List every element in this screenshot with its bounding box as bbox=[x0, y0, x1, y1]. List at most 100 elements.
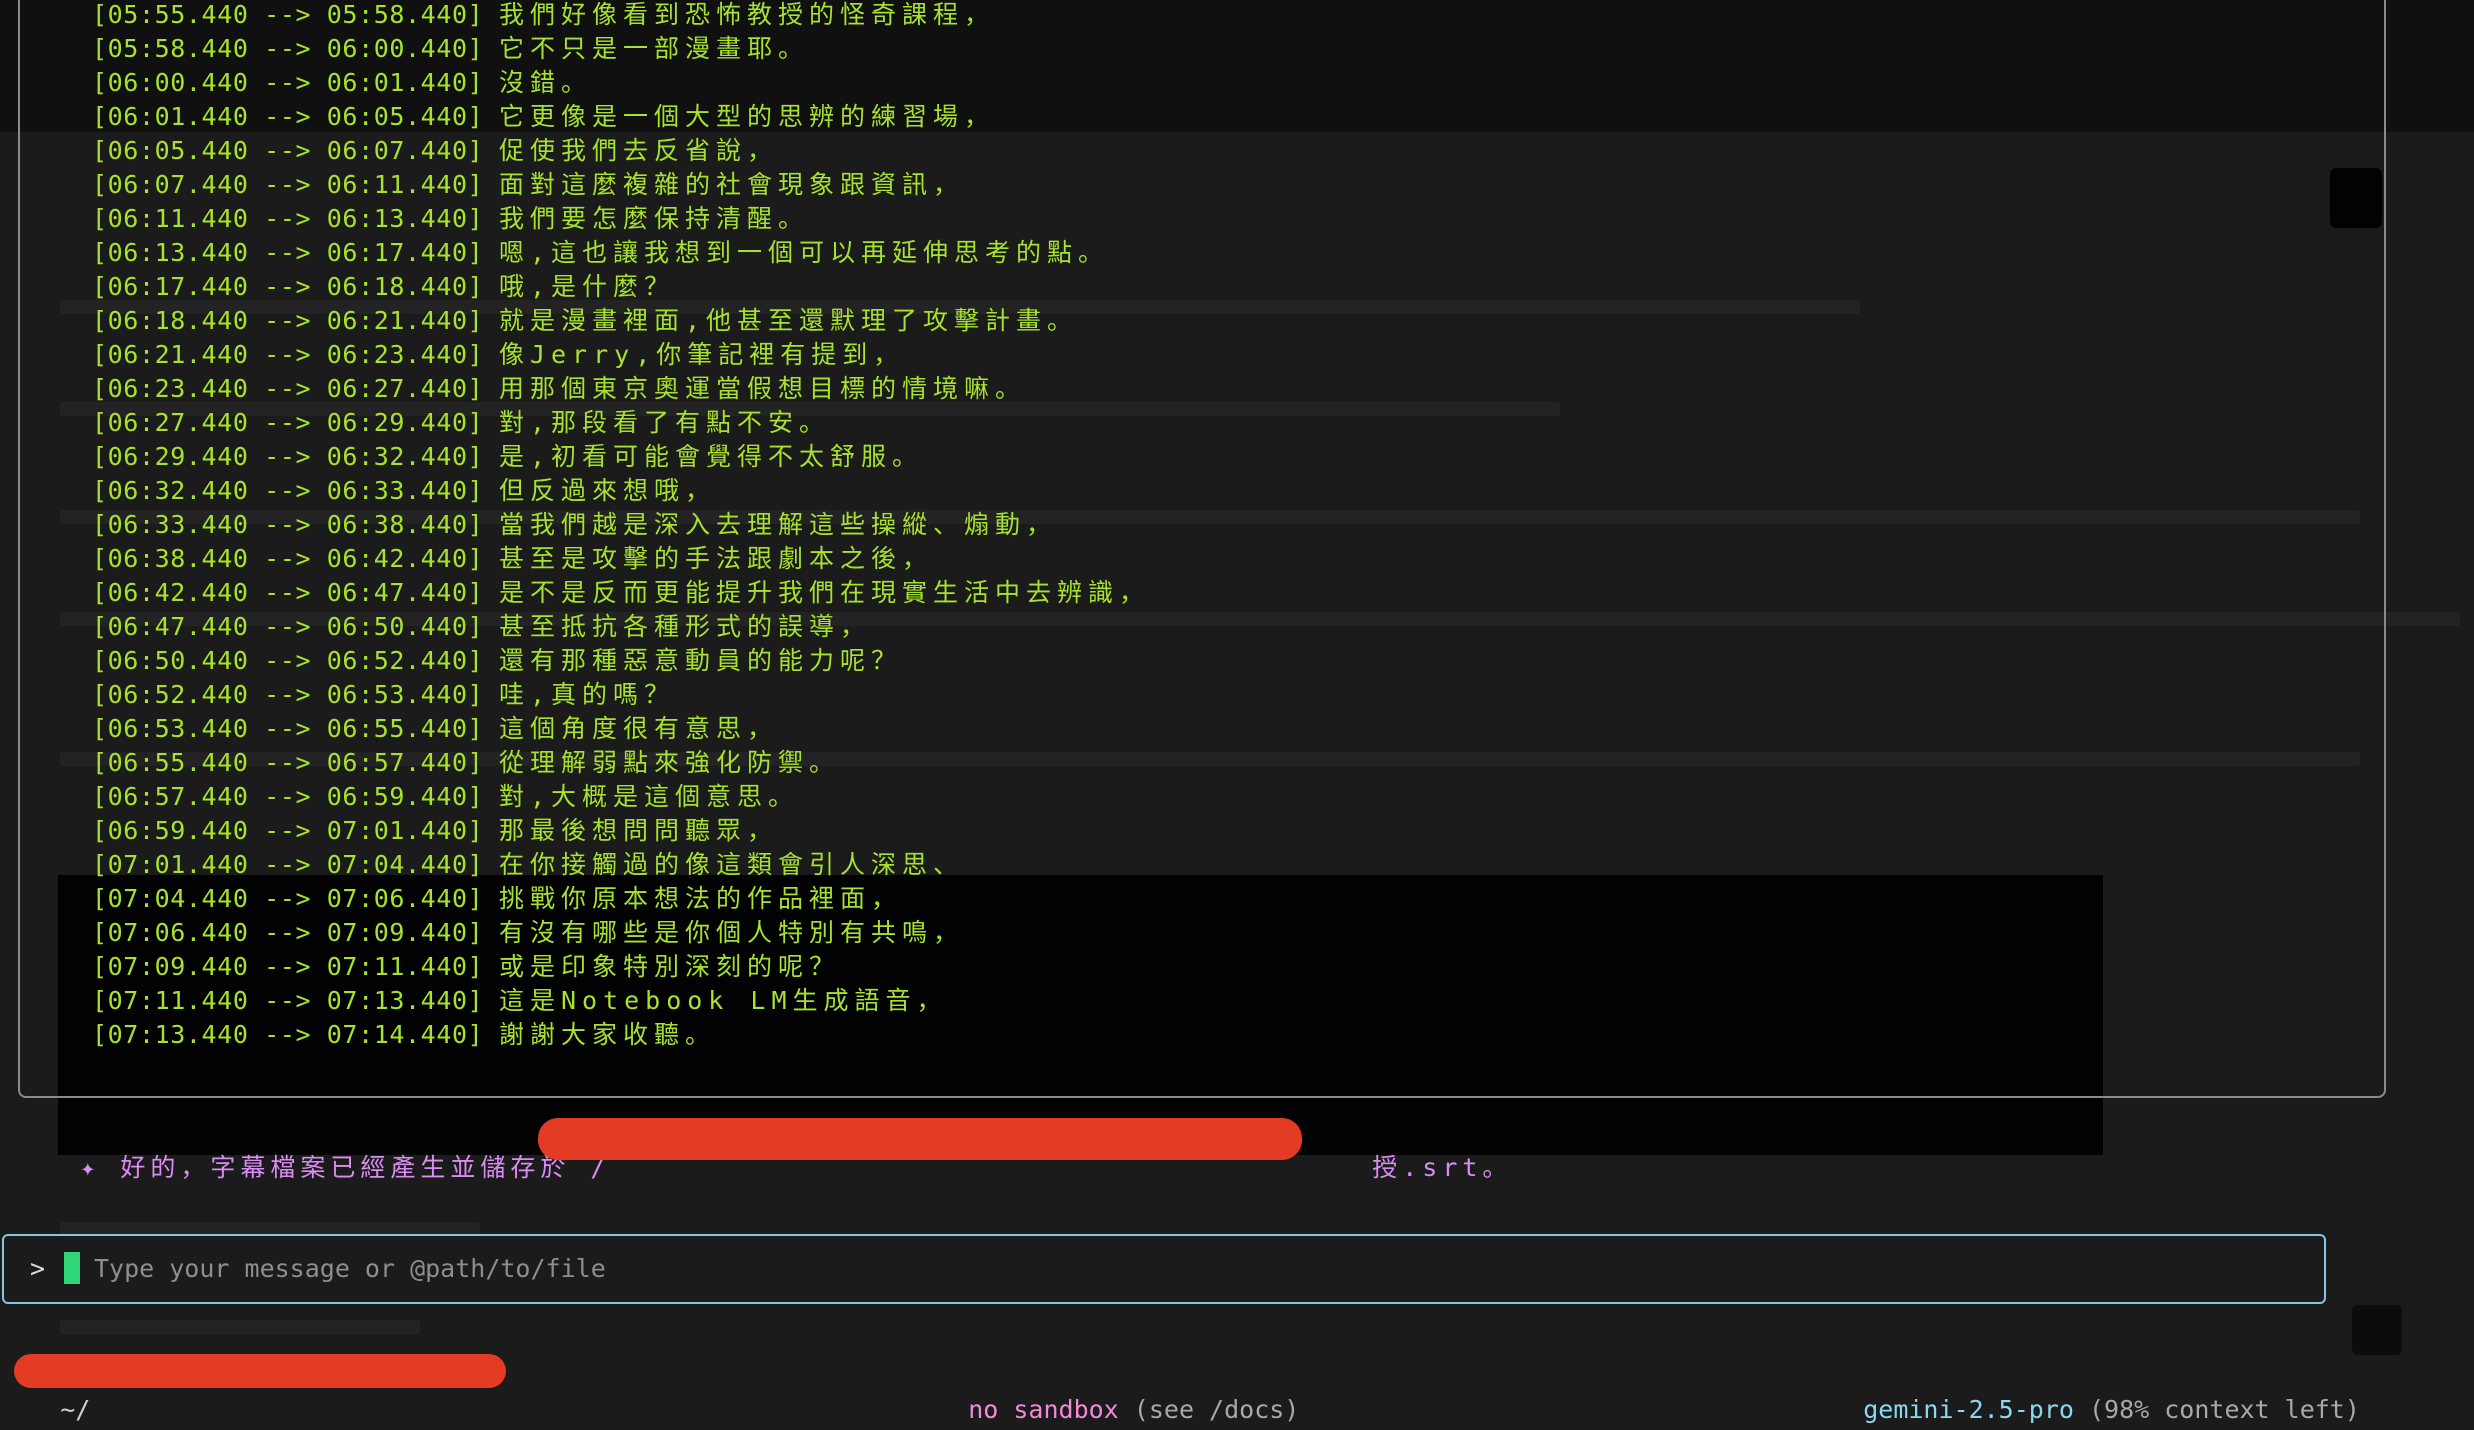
subtitle-line: [06:13.440 --> 06:17.440] 嗯,這也讓我想到一個可以再延… bbox=[92, 236, 1150, 270]
subtitle-line: [06:50.440 --> 06:52.440] 還有那種惡意動員的能力呢？ bbox=[92, 644, 1150, 678]
subtitle-line: [07:04.440 --> 07:06.440] 挑戰你原本想法的作品裡面， bbox=[92, 882, 1150, 916]
subtitle-line: [06:18.440 --> 06:21.440] 就是漫畫裡面,他甚至還默理了… bbox=[92, 304, 1150, 338]
subtitle-text: 哇,真的嗎？ bbox=[498, 680, 676, 709]
subtitle-line: [06:21.440 --> 06:23.440] 像Jerry,你筆記裡有提到… bbox=[92, 338, 1150, 372]
subtitle-text: 甚至抵抗各種形式的誤導， bbox=[498, 612, 871, 641]
subtitle-timestamp: [06:07.440 --> 06:11.440] bbox=[92, 170, 484, 199]
subtitle-line: [06:29.440 --> 06:32.440] 是,初看可能會覺得不太舒服。 bbox=[92, 440, 1150, 474]
subtitle-text: 面對這麼複雜的社會現象跟資訊， bbox=[498, 170, 964, 199]
text-cursor bbox=[64, 1252, 80, 1284]
subtitle-timestamp: [06:53.440 --> 06:55.440] bbox=[92, 714, 484, 743]
subtitle-line: [06:00.440 --> 06:01.440] 沒錯。 bbox=[92, 66, 1150, 100]
subtitle-line: [07:13.440 --> 07:14.440] 謝謝大家收聽。 bbox=[92, 1018, 1150, 1052]
subtitle-line: [06:23.440 --> 06:27.440] 用那個東京奧運當假想目標的情… bbox=[92, 372, 1150, 406]
subtitle-text: 是,初看可能會覺得不太舒服。 bbox=[498, 442, 924, 471]
subtitle-timestamp: [06:00.440 --> 06:01.440] bbox=[92, 68, 484, 97]
subtitle-text: 我們好像看到恐怖教授的怪奇課程， bbox=[498, 0, 995, 29]
subtitle-timestamp: [06:32.440 --> 06:33.440] bbox=[92, 476, 484, 505]
subtitle-line: [06:59.440 --> 07:01.440] 那最後想問問聽眾， bbox=[92, 814, 1150, 848]
subtitle-timestamp: [06:11.440 --> 06:13.440] bbox=[92, 204, 484, 233]
subtitle-text: 它不只是一部漫畫耶。 bbox=[498, 34, 809, 63]
subtitle-line: [07:01.440 --> 07:04.440] 在你接觸過的像這類會引人深思… bbox=[92, 848, 1150, 882]
subtitle-text: 我們要怎麼保持清醒。 bbox=[498, 204, 809, 233]
subtitle-timestamp: [05:58.440 --> 06:00.440] bbox=[92, 34, 484, 63]
subtitle-timestamp: [06:47.440 --> 06:50.440] bbox=[92, 612, 484, 641]
response-suffix-wrap: 授.srt。 bbox=[1292, 1114, 1512, 1182]
subtitle-timestamp: [07:06.440 --> 07:09.440] bbox=[92, 918, 484, 947]
subtitle-line: [06:32.440 --> 06:33.440] 但反過來想哦， bbox=[92, 474, 1150, 508]
subtitle-timestamp: [07:09.440 --> 07:11.440] bbox=[92, 952, 484, 981]
subtitle-text: 或是印象特別深刻的呢？ bbox=[498, 952, 840, 981]
subtitle-timestamp: [06:55.440 --> 06:57.440] bbox=[92, 748, 484, 777]
subtitle-timestamp: [07:01.440 --> 07:04.440] bbox=[92, 850, 484, 879]
subtitle-line: [06:55.440 --> 06:57.440] 從理解弱點來強化防禦。 bbox=[92, 746, 1150, 780]
subtitle-text: 就是漫畫裡面,他甚至還默理了攻擊計畫。 bbox=[498, 306, 1079, 335]
subtitle-timestamp: [06:52.440 --> 06:53.440] bbox=[92, 680, 484, 709]
subtitle-timestamp: [06:05.440 --> 06:07.440] bbox=[92, 136, 484, 165]
subtitle-timestamp: [06:42.440 --> 06:47.440] bbox=[92, 578, 484, 607]
subtitle-text: 它更像是一個大型的思辨的練習場， bbox=[498, 102, 995, 131]
subtitle-line: [06:17.440 --> 06:18.440] 哦,是什麼？ bbox=[92, 270, 1150, 304]
sandbox-hint: (see /docs) bbox=[1118, 1395, 1300, 1424]
input-placeholder: Type your message or @path/to/file bbox=[94, 1254, 606, 1283]
subtitle-timestamp: [06:13.440 --> 06:17.440] bbox=[92, 238, 484, 267]
subtitle-text: 在你接觸過的像這類會引人深思、 bbox=[498, 850, 964, 879]
subtitle-timestamp: [05:55.440 --> 05:58.440] bbox=[92, 0, 484, 29]
subtitle-output-list: [05:55.440 --> 05:58.440] 我們好像看到恐怖教授的怪奇課… bbox=[92, 0, 1150, 1052]
subtitle-text: 這個角度很有意思， bbox=[498, 714, 778, 743]
subtitle-text: 這是Notebook LM生成語音， bbox=[498, 986, 948, 1015]
model-name: gemini-2.5-pro bbox=[1863, 1395, 2074, 1424]
subtitle-timestamp: [06:59.440 --> 07:01.440] bbox=[92, 816, 484, 845]
response-suffix: 授.srt。 bbox=[1372, 1153, 1513, 1182]
subtitle-line: [06:27.440 --> 06:29.440] 對,那段看了有點不安。 bbox=[92, 406, 1150, 440]
message-input[interactable]: > Type your message or @path/to/file bbox=[2, 1234, 2326, 1304]
subtitle-text: 從理解弱點來強化防禦。 bbox=[498, 748, 840, 777]
subtitle-timestamp: [06:57.440 --> 06:59.440] bbox=[92, 782, 484, 811]
subtitle-line: [06:47.440 --> 06:50.440] 甚至抵抗各種形式的誤導， bbox=[92, 610, 1150, 644]
prompt-symbol: > bbox=[30, 1254, 46, 1283]
subtitle-line: [05:58.440 --> 06:00.440] 它不只是一部漫畫耶。 bbox=[92, 32, 1150, 66]
assistant-response: ✦ 好的，字幕檔案已經產生並儲存於 / bbox=[0, 1114, 610, 1182]
subtitle-timestamp: [06:01.440 --> 06:05.440] bbox=[92, 102, 484, 131]
subtitle-timestamp: [07:13.440 --> 07:14.440] bbox=[92, 1020, 484, 1049]
subtitle-line: [06:52.440 --> 06:53.440] 哇,真的嗎？ bbox=[92, 678, 1150, 712]
context-remaining: (98% context left) bbox=[2073, 1395, 2360, 1424]
subtitle-line: [06:11.440 --> 06:13.440] 我們要怎麼保持清醒。 bbox=[92, 202, 1150, 236]
subtitle-timestamp: [07:11.440 --> 07:13.440] bbox=[92, 986, 484, 1015]
subtitle-text: 那最後想問問聽眾， bbox=[498, 816, 778, 845]
subtitle-text: 挑戰你原本想法的作品裡面， bbox=[498, 884, 902, 913]
subtitle-text: 哦,是什麼？ bbox=[498, 272, 676, 301]
terminal-window: [05:55.440 --> 05:58.440] 我們好像看到恐怖教授的怪奇課… bbox=[0, 0, 2474, 1430]
subtitle-line: [07:09.440 --> 07:11.440] 或是印象特別深刻的呢？ bbox=[92, 950, 1150, 984]
subtitle-line: [06:38.440 --> 06:42.440] 甚至是攻擊的手法跟劇本之後， bbox=[92, 542, 1150, 576]
subtitle-line: [07:11.440 --> 07:13.440] 這是Notebook LM生… bbox=[92, 984, 1150, 1018]
subtitle-line: [07:06.440 --> 07:09.440] 有沒有哪些是你個人特別有共鳴… bbox=[92, 916, 1150, 950]
subtitle-text: 像Jerry,你筆記裡有提到， bbox=[498, 340, 905, 369]
subtitle-line: [06:42.440 --> 06:47.440] 是不是反而更能提升我們在現實… bbox=[92, 576, 1150, 610]
subtitle-text: 甚至是攻擊的手法跟劇本之後， bbox=[498, 544, 933, 573]
subtitle-timestamp: [06:23.440 --> 06:27.440] bbox=[92, 374, 484, 403]
subtitle-line: [06:07.440 --> 06:11.440] 面對這麼複雜的社會現象跟資訊… bbox=[92, 168, 1150, 202]
subtitle-line: [06:33.440 --> 06:38.440] 當我們越是深入去理解這些操縱… bbox=[92, 508, 1150, 542]
subtitle-text: 有沒有哪些是你個人特別有共鳴， bbox=[498, 918, 964, 947]
subtitle-timestamp: [06:29.440 --> 06:32.440] bbox=[92, 442, 484, 471]
subtitle-timestamp: [06:27.440 --> 06:29.440] bbox=[92, 408, 484, 437]
subtitle-line: [06:53.440 --> 06:55.440] 這個角度很有意思， bbox=[92, 712, 1150, 746]
subtitle-text: 當我們越是深入去理解這些操縱、煽動， bbox=[498, 510, 1057, 539]
subtitle-timestamp: [06:18.440 --> 06:21.440] bbox=[92, 306, 484, 335]
subtitle-text: 對,那段看了有點不安。 bbox=[498, 408, 831, 437]
subtitle-line: [06:05.440 --> 06:07.440] 促使我們去反省說， bbox=[92, 134, 1150, 168]
subtitle-text: 謝謝大家收聽。 bbox=[498, 1020, 716, 1049]
redacted-path bbox=[538, 1118, 1302, 1160]
subtitle-text: 還有那種惡意動員的能力呢？ bbox=[498, 646, 902, 675]
subtitle-timestamp: [06:33.440 --> 06:38.440] bbox=[92, 510, 484, 539]
subtitle-text: 嗯,這也讓我想到一個可以再延伸思考的點。 bbox=[498, 238, 1110, 267]
subtitle-timestamp: [06:17.440 --> 06:18.440] bbox=[92, 272, 484, 301]
subtitle-line: [05:55.440 --> 05:58.440] 我們好像看到恐怖教授的怪奇課… bbox=[92, 0, 1150, 32]
response-prefix: ✦ 好的，字幕檔案已經產生並儲存於 / bbox=[80, 1153, 611, 1182]
sandbox-status: no sandbox (see /docs) bbox=[908, 1350, 1299, 1424]
cwd-prefix: ~/ bbox=[60, 1395, 91, 1424]
subtitle-line: [06:57.440 --> 06:59.440] 對,大概是這個意思。 bbox=[92, 780, 1150, 814]
background-text-line bbox=[60, 1320, 420, 1334]
subtitle-text: 沒錯。 bbox=[498, 68, 592, 97]
